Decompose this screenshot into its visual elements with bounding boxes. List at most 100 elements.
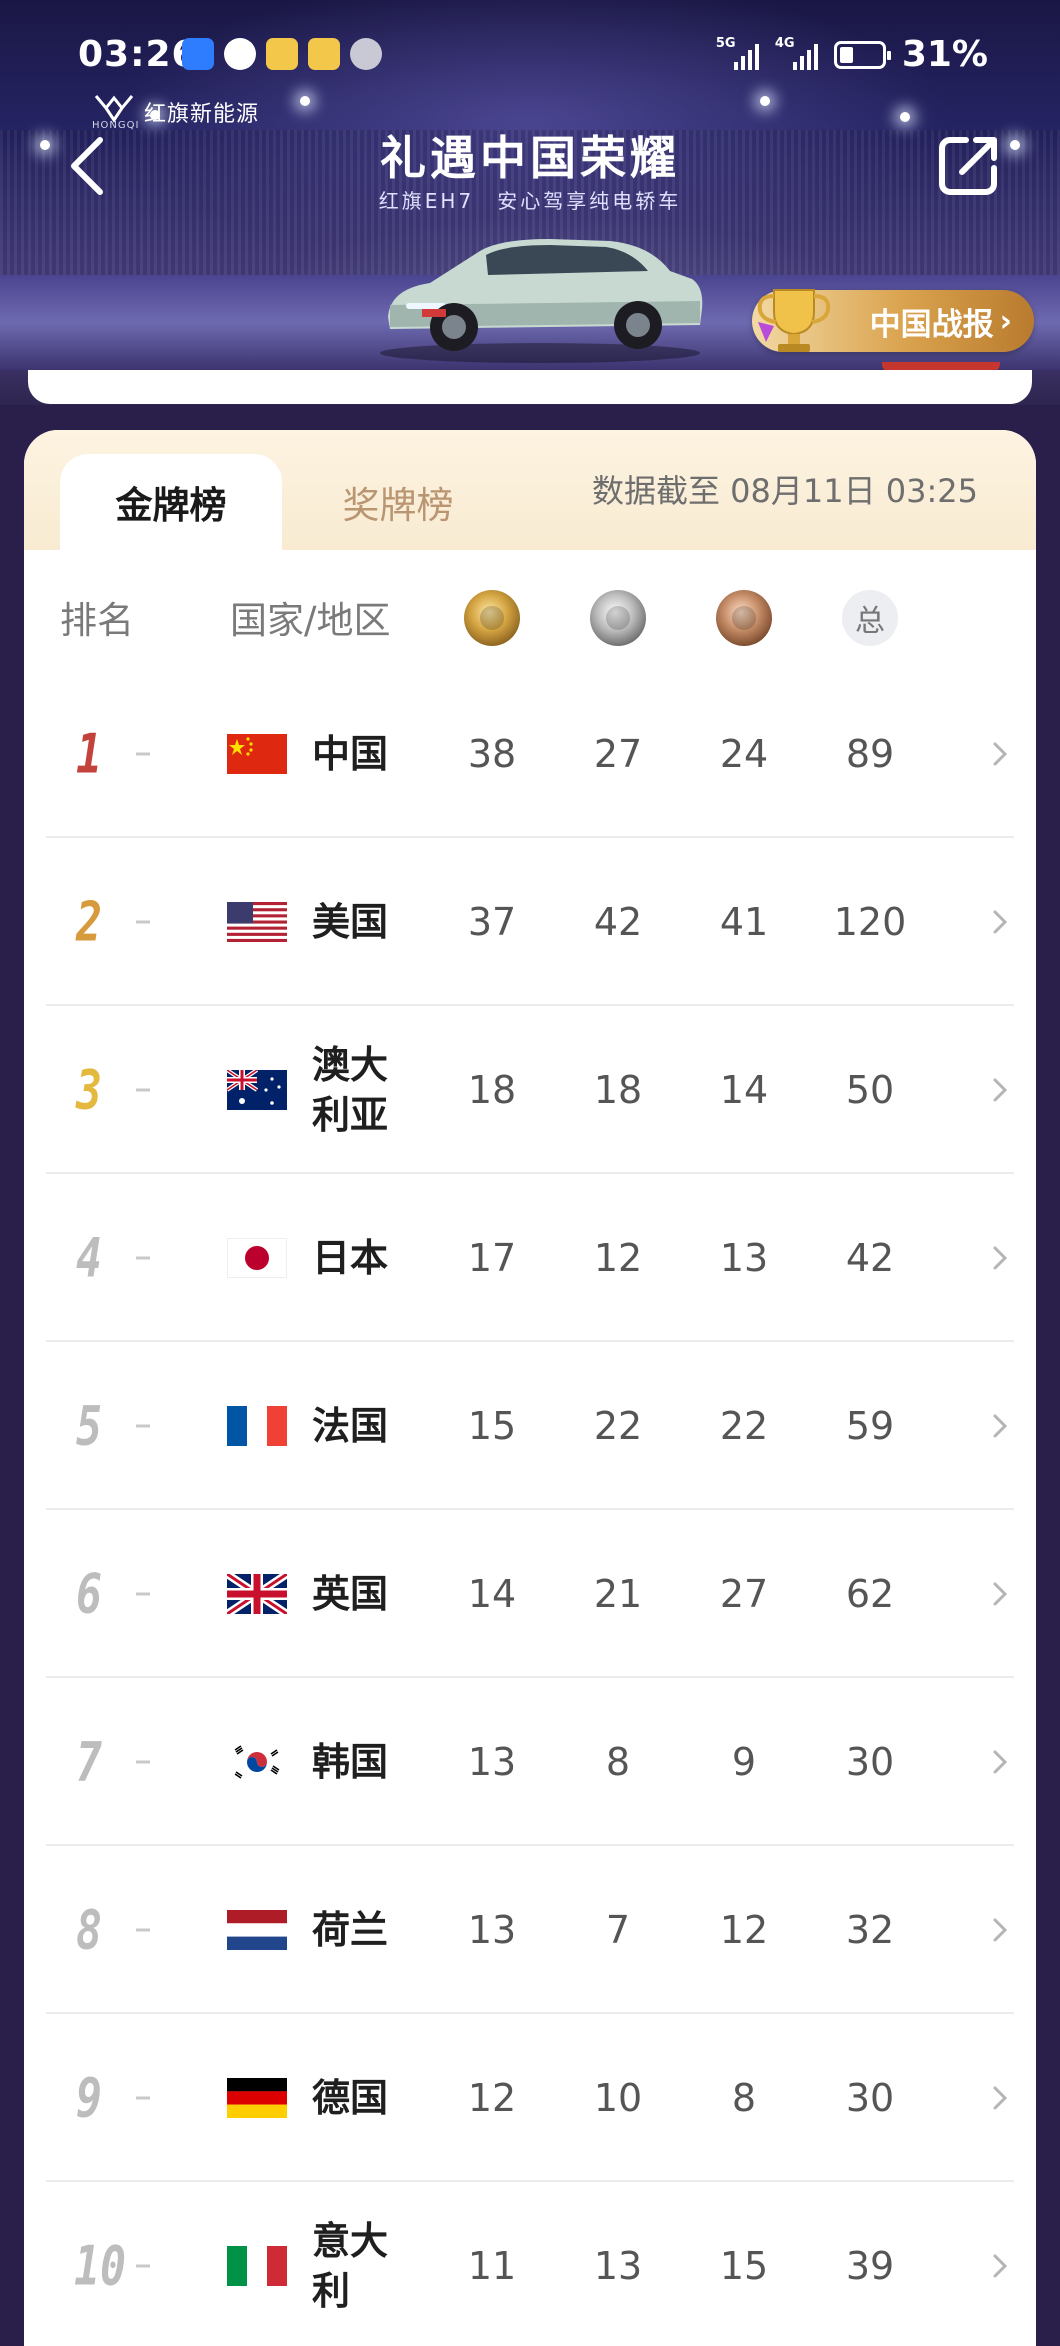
tab-bar: 金牌榜 奖牌榜 数据截至 08月11日 03:25 (24, 430, 1036, 550)
rank-number: 1 (76, 722, 103, 786)
signal-5g-icon: 5G (716, 36, 759, 70)
france-flag-icon (227, 1406, 287, 1446)
table-row[interactable]: 5 法国 15 22 22 59 (24, 1342, 1036, 1510)
table-row[interactable]: 8 荷兰 13 7 12 32 (24, 1846, 1036, 2014)
italy-flag-icon (227, 2246, 287, 2286)
rank-trend-icon (136, 920, 150, 924)
tab-gold-medals[interactable]: 金牌榜 (60, 454, 282, 550)
app-notification-icon (182, 38, 214, 70)
country-name: 中国 (312, 732, 389, 776)
status-bar: 03:26 5G 4G 31% (0, 30, 1060, 86)
banner-headline: 礼遇中国荣耀 (380, 131, 680, 185)
rank-number: 8 (76, 1898, 103, 1962)
netherlands-flag-icon (227, 1910, 287, 1950)
silver-count: 27 (593, 732, 643, 776)
total-count: 42 (845, 1236, 895, 1280)
trophy-notification-icon (308, 38, 340, 70)
bronze-count: 41 (719, 900, 769, 944)
country-name: 荷兰 (312, 1908, 389, 1952)
rank-number: 2 (76, 890, 103, 954)
uk-flag-icon (227, 1574, 287, 1614)
rank-trend-icon (136, 1592, 150, 1596)
rank-number: 6 (76, 1562, 103, 1626)
total-medal-icon: 总 (842, 590, 898, 646)
silver-count: 10 (593, 2076, 643, 2120)
table-row[interactable]: 2 美国 37 42 41 120 (24, 838, 1036, 1006)
usa-flag-icon (227, 902, 287, 942)
silver-count: 18 (593, 1068, 643, 1112)
total-count: 32 (845, 1908, 895, 1952)
trophy-icon (757, 289, 831, 352)
table-row[interactable]: 6 英国 14 21 27 62 (24, 1510, 1036, 1678)
total-count: 50 (845, 1068, 895, 1112)
bronze-count: 9 (731, 1740, 757, 1784)
chevron-right-icon (993, 1582, 1008, 1606)
notification-icons (182, 38, 382, 70)
chevron-right-icon (993, 1078, 1008, 1102)
silver-count: 13 (593, 2244, 643, 2288)
tab-total-medals[interactable]: 奖牌榜 (288, 454, 508, 550)
table-row[interactable]: 10 意大利 11 13 15 39 (24, 2182, 1036, 2346)
table-row[interactable]: 1 中国 38 27 24 89 (24, 670, 1036, 838)
status-time: 03:26 (78, 34, 198, 75)
gold-count: 14 (467, 1572, 517, 1616)
silver-count: 7 (605, 1908, 631, 1952)
medal-table-card: 金牌榜 奖牌榜 数据截至 08月11日 03:25 排名 国家/地区 总 1 中… (24, 430, 1036, 2346)
trophy-notification-icon (266, 38, 298, 70)
rank-number: 5 (76, 1394, 103, 1458)
silver-count: 42 (593, 900, 643, 944)
chevron-right-icon (993, 2086, 1008, 2110)
bronze-medal-icon (716, 590, 772, 646)
rank-trend-icon (136, 1928, 150, 1932)
rank-number: 9 (76, 2066, 103, 2130)
header-country: 国家/地区 (230, 599, 391, 642)
chevron-right-icon (993, 910, 1008, 934)
total-count: 39 (845, 2244, 895, 2288)
table-row[interactable]: 3 澳大利亚 18 18 14 50 (24, 1006, 1036, 1174)
gold-count: 38 (467, 732, 517, 776)
table-row[interactable]: 9 德国 12 10 8 30 (24, 2014, 1036, 2182)
silver-count: 21 (593, 1572, 643, 1616)
chevron-right-icon (993, 1750, 1008, 1774)
china-report-label: 中国战报 (869, 306, 994, 343)
country-name: 法国 (312, 1404, 389, 1448)
promo-banner[interactable]: 03:26 5G 4G 31% 红旗新能源 HONGQI 礼遇中国荣耀 红旗EH… (0, 0, 1060, 405)
country-name: 德国 (312, 2076, 389, 2120)
gold-count: 18 (467, 1068, 517, 1112)
silver-medal-icon (590, 590, 646, 646)
banner-strip (28, 370, 1032, 404)
total-count: 59 (845, 1404, 895, 1448)
country-name: 韩国 (312, 1740, 389, 1784)
gold-medal-icon (464, 590, 520, 646)
rank-trend-icon (136, 1424, 150, 1428)
country-name: 日本 (312, 1236, 389, 1280)
bronze-count: 13 (719, 1236, 769, 1280)
rank-trend-icon (136, 2096, 150, 2100)
battery-icon (833, 40, 891, 69)
table-row[interactable]: 7 韩国 13 8 9 30 (24, 1678, 1036, 1846)
bronze-count: 27 (719, 1572, 769, 1616)
japan-flag-icon (227, 1238, 287, 1278)
table-row[interactable]: 4 日本 17 12 13 42 (24, 1174, 1036, 1342)
chevron-right-icon (993, 1246, 1008, 1270)
gold-count: 13 (467, 1908, 517, 1952)
gold-count: 15 (467, 1404, 517, 1448)
header-rank: 排名 (60, 599, 134, 642)
bronze-count: 14 (719, 1068, 769, 1112)
country-name: 澳大利亚 (312, 1043, 389, 1137)
chevron-right-icon (993, 742, 1008, 766)
bronze-count: 15 (719, 2244, 769, 2288)
rank-number: 7 (76, 1730, 103, 1794)
gold-count: 12 (467, 2076, 517, 2120)
australia-flag-icon (227, 1070, 287, 1110)
rank-number: 10 (74, 2234, 127, 2298)
silver-count: 12 (593, 1236, 643, 1280)
circle-notification-icon (350, 38, 382, 70)
silver-count: 22 (593, 1404, 643, 1448)
rank-trend-icon (136, 1760, 150, 1764)
bronze-count: 22 (719, 1404, 769, 1448)
hand-notification-icon (224, 38, 256, 70)
total-count: 30 (845, 2076, 895, 2120)
status-indicators: 5G 4G 31% (716, 34, 988, 75)
silver-count: 8 (605, 1740, 631, 1784)
